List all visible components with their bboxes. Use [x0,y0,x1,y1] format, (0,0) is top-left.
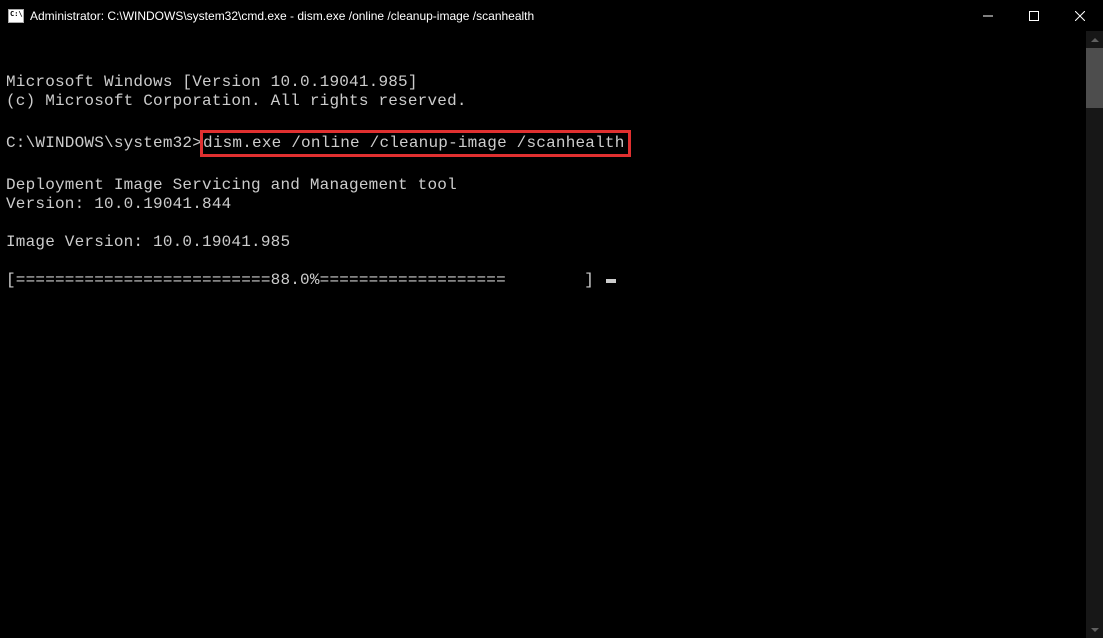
terminal-body[interactable]: Microsoft Windows [Version 10.0.19041.98… [0,31,1103,638]
terminal-content: Microsoft Windows [Version 10.0.19041.98… [6,73,1097,290]
vertical-scrollbar[interactable] [1086,31,1103,638]
output-line-3: Deployment Image Servicing and Managemen… [6,176,457,194]
scrollbar-up-button[interactable] [1086,31,1103,48]
command-highlight-box: dism.exe /online /cleanup-image /scanhea… [200,130,630,157]
cursor [606,279,616,283]
titlebar[interactable]: Administrator: C:\WINDOWS\system32\cmd.e… [0,0,1103,31]
cmd-window: Administrator: C:\WINDOWS\system32\cmd.e… [0,0,1103,638]
output-line-5: Image Version: 10.0.19041.985 [6,233,290,251]
titlebar-left: Administrator: C:\WINDOWS\system32\cmd.e… [0,9,534,23]
scrollbar-thumb[interactable] [1086,48,1103,108]
chevron-up-icon [1091,38,1099,42]
output-line-1: Microsoft Windows [Version 10.0.19041.98… [6,73,418,91]
command-text: dism.exe /online /cleanup-image /scanhea… [203,134,624,152]
close-icon [1075,11,1085,21]
window-title: Administrator: C:\WINDOWS\system32\cmd.e… [30,9,534,23]
prompt-prefix: C:\WINDOWS\system32> [6,134,202,152]
cmd-icon [8,9,24,23]
progress-bar-line: [==========================88.0%========… [6,271,604,289]
maximize-button[interactable] [1011,0,1057,31]
maximize-icon [1029,11,1039,21]
minimize-icon [983,11,993,21]
output-line-2: (c) Microsoft Corporation. All rights re… [6,92,467,110]
output-line-4: Version: 10.0.19041.844 [6,195,231,213]
chevron-down-icon [1091,628,1099,632]
window-controls [965,0,1103,31]
scrollbar-down-button[interactable] [1086,621,1103,638]
minimize-button[interactable] [965,0,1011,31]
close-button[interactable] [1057,0,1103,31]
